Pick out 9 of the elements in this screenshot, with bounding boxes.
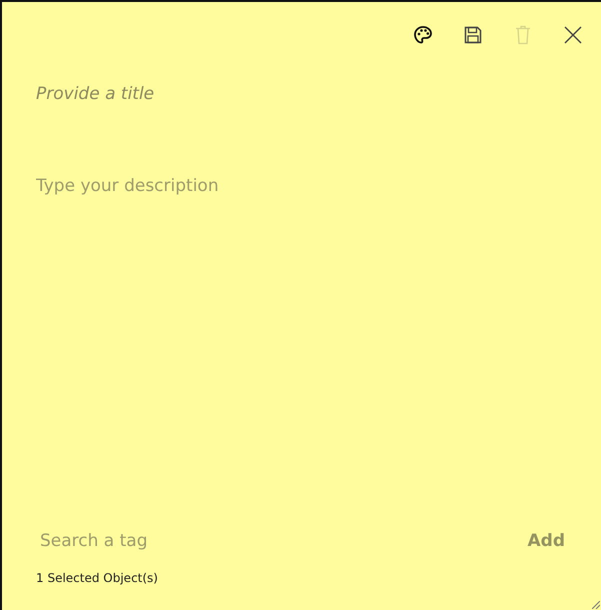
save-icon [464,25,482,45]
trash-icon [515,25,531,45]
palette-icon [413,25,433,45]
add-button[interactable]: Add [524,529,569,553]
title-field[interactable]: Provide a title [36,82,581,106]
resize-grip-icon [592,601,600,609]
close-icon [564,26,582,44]
status-text: 1 Selected Object(s) [36,571,158,585]
tag-search-field[interactable]: Search a tag [40,529,340,553]
